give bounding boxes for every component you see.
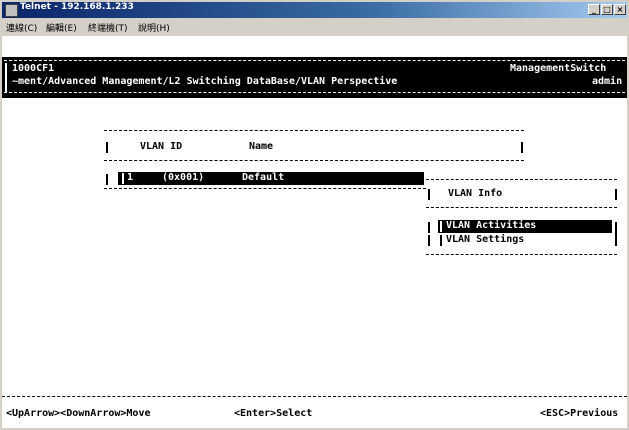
row-left-border bbox=[106, 174, 108, 185]
menu-edit[interactable]: 編輯(E) bbox=[46, 21, 77, 34]
footer-divider bbox=[2, 396, 627, 397]
popup-title-divider bbox=[426, 207, 617, 208]
item-cursor-bar bbox=[440, 221, 442, 232]
title-bar[interactable]: Telnet - 192.168.1.233 _ □ × bbox=[2, 2, 627, 18]
column-header-vlan-id: VLAN ID bbox=[140, 141, 183, 152]
item2-marker-bar bbox=[440, 235, 442, 246]
popup-bottom-border bbox=[426, 254, 617, 255]
popup-title-right-border bbox=[615, 189, 617, 200]
popup-title-left-border bbox=[428, 189, 430, 200]
menu-terminal[interactable]: 終端機(T) bbox=[88, 21, 128, 34]
product-name: ManagementSwitch bbox=[510, 63, 607, 74]
maximize-button[interactable]: □ bbox=[601, 4, 613, 15]
menu-item-vlan-settings[interactable]: VLAN Settings bbox=[446, 234, 524, 246]
header-left-border bbox=[5, 63, 7, 93]
terminal-screen[interactable]: 1000CF1 ~ment/Advanced Management/L2 Swi… bbox=[2, 36, 627, 428]
header-bottom-border bbox=[4, 92, 625, 93]
popup-item2-left-border bbox=[428, 235, 430, 246]
table-top-border bbox=[104, 130, 524, 131]
user-name: admin bbox=[592, 76, 623, 87]
popup-title: VLAN Info bbox=[448, 188, 503, 199]
telnet-app-icon bbox=[5, 4, 18, 17]
close-button[interactable]: × bbox=[614, 4, 626, 15]
device-name: 1000CF1 bbox=[12, 63, 55, 74]
window-title: Telnet - 192.168.1.233 bbox=[20, 2, 134, 12]
minimize-button[interactable]: _ bbox=[588, 4, 600, 15]
table-row-selected[interactable]: 1 (0x001) Default bbox=[118, 172, 424, 185]
table-header-divider bbox=[104, 160, 524, 161]
vlan-name-value: Default bbox=[242, 172, 285, 183]
row-cursor-bar bbox=[122, 173, 124, 184]
footer-select-hint: <Enter>Select bbox=[234, 408, 313, 419]
popup-item-right-border bbox=[615, 222, 617, 246]
menu-connect[interactable]: 連線(C) bbox=[6, 21, 37, 34]
menu-help[interactable]: 說明(H) bbox=[138, 21, 170, 34]
menu-path: ~ment/Advanced Management/L2 Switching D… bbox=[12, 76, 398, 87]
vlan-index: 1 bbox=[127, 172, 134, 183]
header-top-border bbox=[4, 60, 625, 61]
menu-item-vlan-activities[interactable]: VLAN Activities bbox=[438, 220, 612, 233]
telnet-window: Telnet - 192.168.1.233 _ □ × 連線(C) 編輯(E)… bbox=[0, 0, 629, 430]
table-right-border bbox=[521, 142, 523, 153]
menu-item-label: VLAN Activities bbox=[446, 220, 537, 231]
footer-previous-hint: <ESC>Previous bbox=[540, 408, 619, 419]
vlan-id-value: (0x001) bbox=[162, 172, 205, 183]
popup-item-left-border bbox=[428, 222, 430, 233]
menu-bar: 連線(C) 編輯(E) 終端機(T) 說明(H) bbox=[2, 19, 627, 35]
table-left-border bbox=[106, 142, 108, 153]
column-header-name: Name bbox=[249, 141, 274, 152]
table-bottom-border bbox=[104, 188, 426, 189]
status-header: 1000CF1 ~ment/Advanced Management/L2 Swi… bbox=[2, 57, 627, 98]
footer-nav-hint: <UpArrow><DownArrow>Move bbox=[6, 408, 151, 419]
popup-top-border bbox=[426, 179, 617, 180]
